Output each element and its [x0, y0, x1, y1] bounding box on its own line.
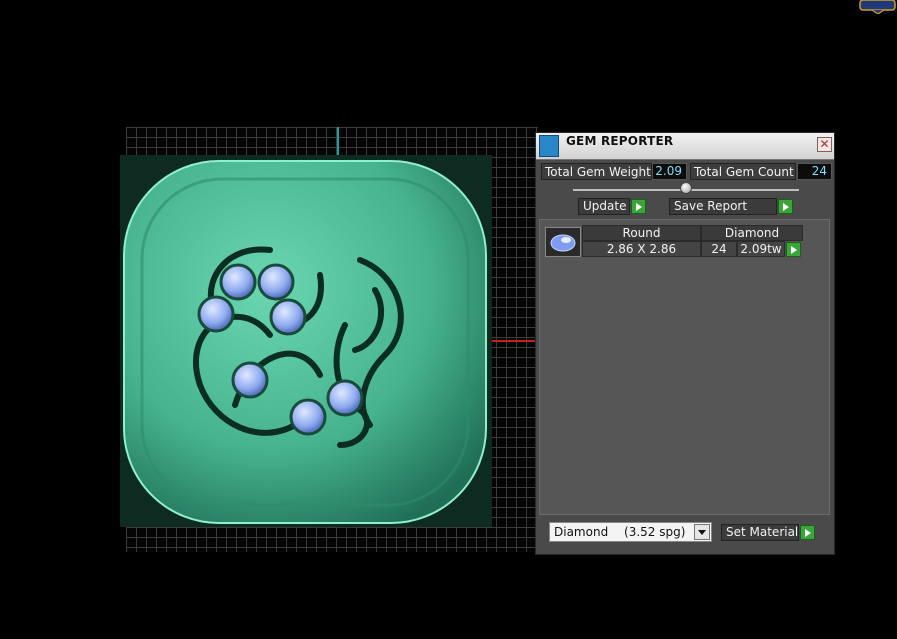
gem-row-go-icon[interactable]: [786, 242, 801, 257]
gem-weight-cell: 2.09tw: [737, 241, 785, 257]
gem-reporter-icon: [539, 135, 559, 157]
chevron-down-icon[interactable]: [694, 524, 710, 540]
round-gem-thumbnail-icon: [545, 227, 581, 257]
total-gem-weight-label: Total Gem Weight: [541, 163, 652, 180]
update-button[interactable]: Update: [578, 198, 630, 215]
material-spg: (3.52 spg): [624, 525, 686, 539]
total-gem-count-label: Total Gem Count: [690, 163, 796, 180]
slider-knob[interactable]: [680, 182, 692, 194]
material-name: Diamond: [554, 525, 609, 539]
update-go-icon[interactable]: [631, 199, 646, 214]
gem-list[interactable]: [539, 219, 830, 515]
set-material-button[interactable]: Set Material: [721, 524, 799, 541]
column-header-cut: Round: [582, 225, 701, 241]
gem-count-cell: 24: [701, 241, 737, 257]
gem-size-cell: 2.86 X 2.86: [582, 241, 701, 257]
column-header-material: Diamond: [701, 225, 803, 241]
y-axis-line: [337, 127, 339, 155]
panel-titlebar[interactable]: GEM REPORTER ✕: [536, 133, 834, 160]
total-gem-weight-value: 2.09: [652, 163, 687, 180]
set-material-go-icon[interactable]: [800, 525, 815, 540]
total-gem-count-value: 24: [797, 163, 832, 180]
app-logo-icon: [859, 0, 896, 14]
material-select[interactable]: Diamond (3.52 spg): [549, 522, 712, 542]
close-button[interactable]: ✕: [817, 137, 832, 152]
save-report-button[interactable]: Save Report: [669, 198, 777, 215]
gem-reporter-panel: GEM REPORTER ✕ Total Gem Weight 2.09 Tot…: [535, 132, 835, 555]
save-report-go-icon[interactable]: [778, 199, 793, 214]
x-axis-line: [490, 340, 538, 342]
ring-model-render[interactable]: [120, 155, 492, 527]
panel-title: GEM REPORTER: [566, 134, 674, 148]
